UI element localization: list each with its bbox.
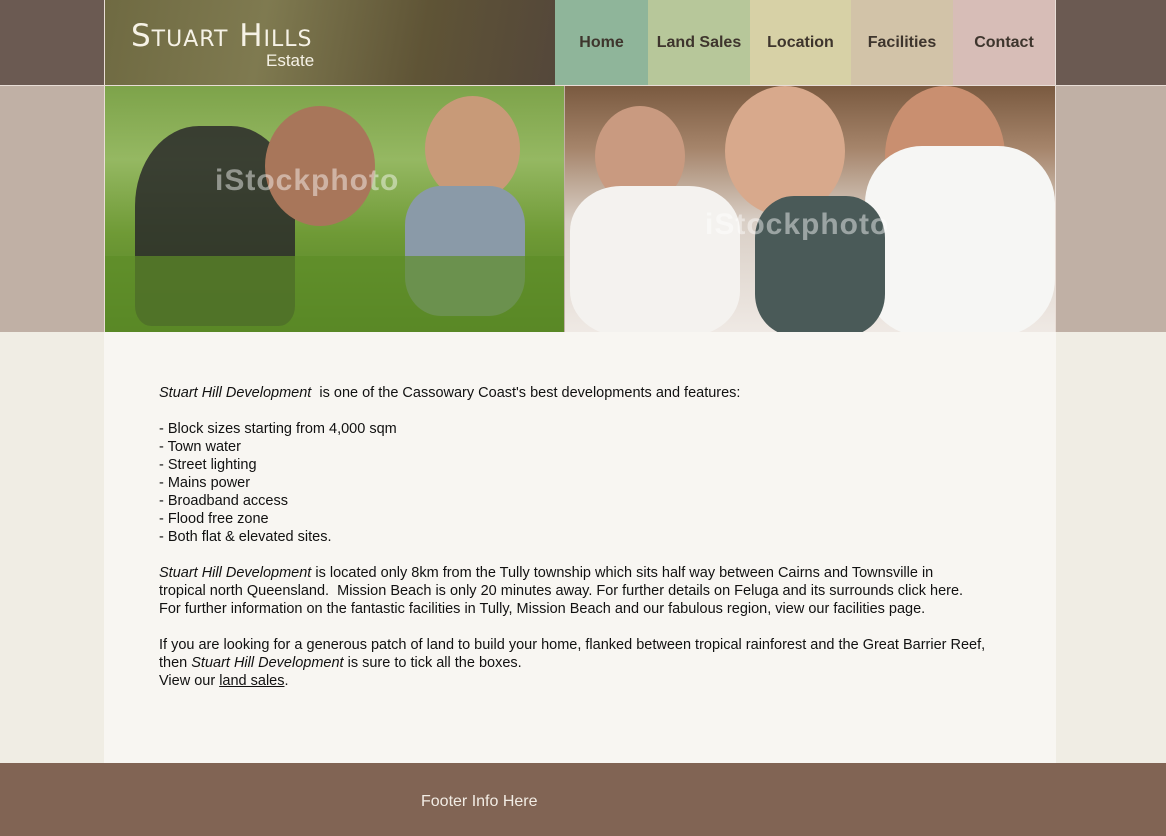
nav-home[interactable]: Home <box>555 0 648 85</box>
intro-text: is one of the Cassowary Coast's best dev… <box>311 385 741 401</box>
nav-contact-label: Contact <box>974 33 1034 51</box>
divider <box>1055 0 1056 332</box>
nav-location-label: Location <box>767 33 834 51</box>
view-prefix: View our <box>159 673 220 689</box>
site-header: Stuart Hills Estate Home Land Sales Loca… <box>105 0 1055 85</box>
logo-title: Stuart Hills <box>131 18 313 54</box>
main-nav: Home Land Sales Location Facilities Cont… <box>555 0 1055 85</box>
location-emphasis: Stuart Hill Development <box>159 565 312 581</box>
view-land-sales-line: View our land sales. <box>159 672 999 690</box>
view-suffix: . <box>284 673 289 689</box>
logo[interactable]: Stuart Hills Estate <box>105 0 555 85</box>
feature-item: - Broadband access <box>159 493 288 509</box>
closing-text-end: is sure to tick all the boxes. <box>343 655 522 671</box>
intro-emphasis: Stuart Hill Development <box>159 385 312 401</box>
main-content: Stuart Hill Development is one of the Ca… <box>104 332 1056 763</box>
family-sofa-photo: iStockphoto <box>565 86 1055 332</box>
watermark-text: iStockphoto <box>215 164 400 197</box>
nav-land-sales-label: Land Sales <box>656 33 742 51</box>
feature-item: - Block sizes starting from 4,000 sqm <box>159 421 397 437</box>
feature-item: - Mains power <box>159 475 251 491</box>
nav-land-sales[interactable]: Land Sales <box>648 0 750 85</box>
closing-emphasis: Stuart Hill Development <box>191 655 344 671</box>
hero-photos: iStockphoto iStockphoto <box>105 86 1055 332</box>
feature-item: - Street lighting <box>159 457 257 473</box>
logo-subtitle: Estate <box>266 51 315 70</box>
nav-contact[interactable]: Contact <box>953 0 1055 85</box>
content-text: Stuart Hill Development is one of the Ca… <box>159 384 999 690</box>
nav-facilities-label: Facilities <box>867 33 937 51</box>
family-grass-photo: iStockphoto <box>105 86 564 332</box>
land-sales-link[interactable]: land sales <box>219 673 284 689</box>
closing-paragraph: If you are looking for a generous patch … <box>159 636 989 672</box>
footer-text: Footer Info Here <box>421 793 538 810</box>
nav-facilities[interactable]: Facilities <box>851 0 953 85</box>
intro-paragraph: Stuart Hill Development is one of the Ca… <box>159 384 999 402</box>
watermark-text: iStockphoto <box>705 208 890 241</box>
feature-item: - Flood free zone <box>159 511 269 527</box>
nav-location[interactable]: Location <box>750 0 851 85</box>
nav-home-label: Home <box>579 33 624 51</box>
site-footer: Footer Info Here <box>0 763 1166 836</box>
feature-item: - Both flat & elevated sites. <box>159 529 332 545</box>
location-paragraph: Stuart Hill Development is located only … <box>159 564 974 618</box>
feature-item: - Town water <box>159 439 241 455</box>
